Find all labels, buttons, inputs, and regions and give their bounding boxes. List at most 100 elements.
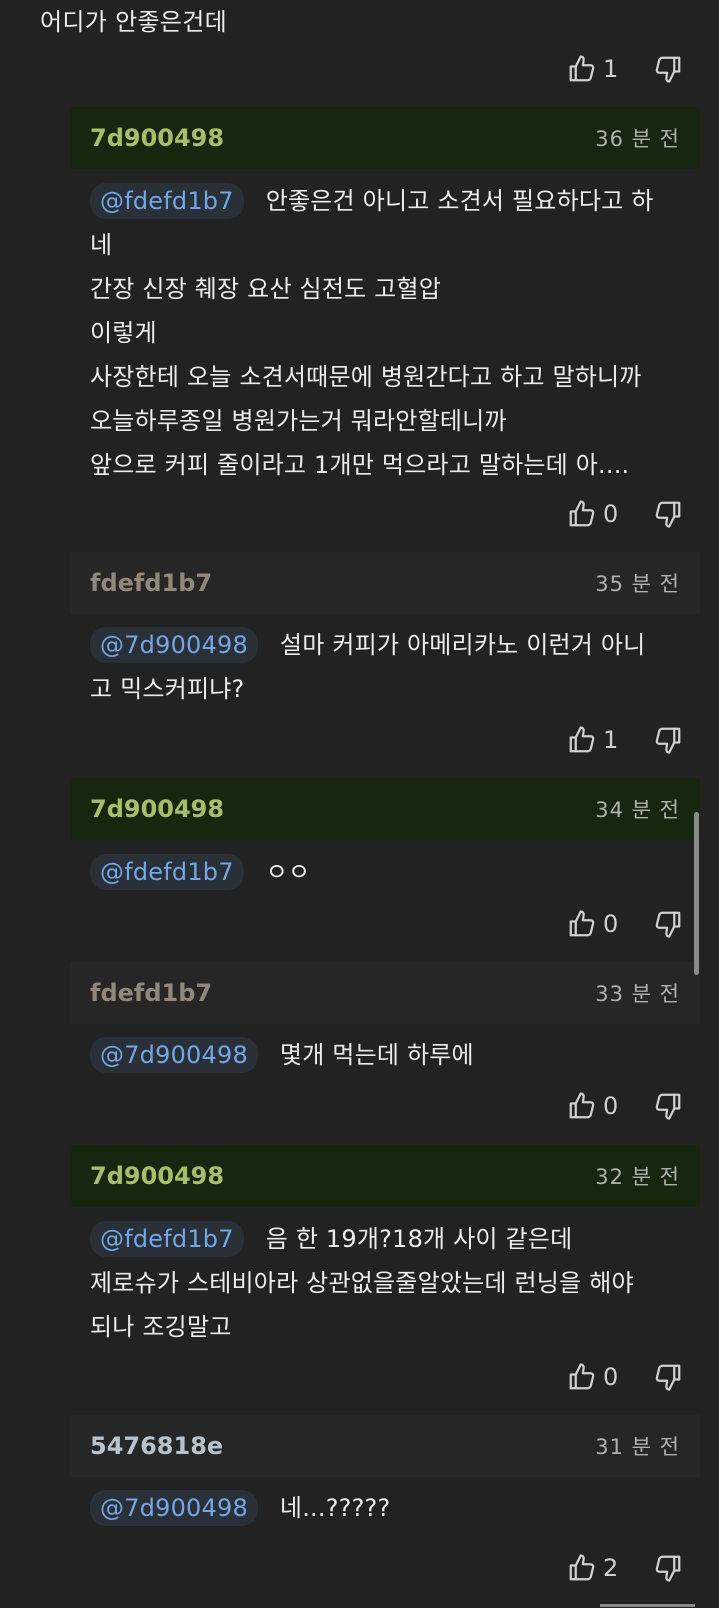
thumbs-down-icon	[655, 911, 681, 938]
reply-text-line: 사장한테 오늘 소견서때문에 병원간다고 하고 말하니까	[90, 355, 700, 399]
reply-text-line: 이렇게	[90, 311, 700, 355]
reply-body: @7d900498 설마 커피가 아메리카노 이런거 아니고 믹스커피냐?	[90, 623, 700, 711]
reply-text: 제로슈가 스테비아라 상관없을줄알았는데 런닝을 해야	[90, 1269, 634, 1297]
reply-vote-row: 1	[567, 720, 683, 760]
dislike-button[interactable]	[653, 54, 683, 84]
mention-tag[interactable]: @7d900498	[90, 1490, 258, 1526]
dislike-button[interactable]	[653, 725, 683, 755]
reply-text: 안좋은건 아니고 소견서 필요하다고 하	[265, 187, 654, 215]
dislike-button[interactable]	[653, 1362, 683, 1392]
thumbs-down-icon	[655, 727, 681, 754]
reply-text-line: 네	[90, 223, 700, 267]
thumbs-down-icon	[655, 56, 681, 83]
reply-body: @fdefd1b7 음 한 19개?18개 사이 같은데제로슈가 스테비아라 상관…	[90, 1217, 700, 1349]
reply-author[interactable]: 5476818e	[90, 1432, 223, 1460]
like-count: 0	[603, 500, 619, 528]
thumbs-up-icon	[569, 726, 595, 753]
reply-text: 음 한 19개?18개 사이 같은데	[265, 1225, 573, 1253]
reply-text-line: 되나 조깅말고	[90, 1305, 700, 1349]
dislike-button[interactable]	[653, 499, 683, 529]
dislike-button[interactable]	[653, 909, 683, 939]
reply-header: 5476818e 31 분 전	[70, 1415, 700, 1477]
reply-text-line: 오늘하루종일 병원가는거 뭐라안할테니까	[90, 399, 700, 443]
thumbs-down-icon	[655, 1093, 681, 1120]
thumbs-up-icon	[569, 1363, 595, 1390]
reply-timestamp: 33 분 전	[595, 982, 680, 1006]
reply-vote-row: 0	[567, 494, 683, 534]
thumbs-down-icon	[655, 1364, 681, 1391]
like-count: 1	[603, 726, 619, 754]
like-count: 1	[603, 55, 619, 83]
reply-header: fdefd1b7 35 분 전	[70, 552, 700, 614]
reply-text-line: @7d900498 네...?????	[90, 1486, 700, 1530]
top-comment-vote-row: 1	[567, 49, 683, 89]
reply-author[interactable]: 7d900498	[90, 124, 224, 152]
mention-tag[interactable]: @fdefd1b7	[90, 854, 244, 890]
bottom-divider	[600, 1604, 695, 1607]
reply-body: @fdefd1b7 안좋은건 아니고 소견서 필요하다고 하네간장 신장 췌장 요…	[90, 179, 700, 487]
thumbs-up-icon	[569, 55, 595, 82]
thumbs-up-icon	[569, 910, 595, 937]
mention-tag[interactable]: @fdefd1b7	[90, 1221, 244, 1257]
like-button[interactable]	[567, 1553, 597, 1583]
reply-timestamp: 34 분 전	[595, 798, 680, 822]
reply-body: @fdefd1b7 ㅇㅇ	[90, 850, 700, 894]
reply-text: ㅇㅇ	[265, 858, 311, 886]
reply-text-line: @7d900498 몇개 먹는데 하루에	[90, 1033, 700, 1077]
like-button[interactable]	[567, 725, 597, 755]
reply-vote-row: 0	[567, 1086, 683, 1126]
thumbs-up-icon	[569, 1092, 595, 1119]
like-button[interactable]	[567, 54, 597, 84]
like-count: 2	[603, 1554, 619, 1582]
thumbs-up-icon	[569, 1554, 595, 1581]
reply-vote-row: 2	[567, 1548, 683, 1588]
like-button[interactable]	[567, 1362, 597, 1392]
like-button[interactable]	[567, 1091, 597, 1121]
reply-header: 7d900498 36 분 전	[70, 107, 700, 169]
reply-text: 오늘하루종일 병원가는거 뭐라안할테니까	[90, 407, 507, 435]
reply-header: 7d900498 34 분 전	[70, 778, 700, 840]
reply-header: fdefd1b7 33 분 전	[70, 962, 700, 1024]
reply-timestamp: 32 분 전	[595, 1165, 680, 1189]
reply-author[interactable]: fdefd1b7	[90, 979, 212, 1007]
like-button[interactable]	[567, 909, 597, 939]
reply-text: 네	[90, 231, 113, 259]
reply-text: 몇개 먹는데 하루에	[279, 1041, 474, 1069]
reply-text-line: 고 믹스커피냐?	[90, 667, 700, 711]
like-count: 0	[603, 910, 619, 938]
reply-text: 이렇게	[90, 319, 157, 347]
reply-header: 7d900498 32 분 전	[70, 1145, 700, 1207]
mention-tag[interactable]: @fdefd1b7	[90, 183, 244, 219]
reply-body: @7d900498 네...?????	[90, 1486, 700, 1530]
reply-author[interactable]: 7d900498	[90, 1162, 224, 1190]
scrollbar[interactable]	[694, 812, 699, 975]
reply-text: 네...?????	[279, 1494, 391, 1522]
like-count: 0	[603, 1363, 619, 1391]
reply-timestamp: 36 분 전	[595, 127, 680, 151]
reply-text-line: 앞으로 커피 줄이라고 1개만 먹으라고 말하는데 아....	[90, 443, 700, 487]
reply-text-line: @fdefd1b7 안좋은건 아니고 소견서 필요하다고 하	[90, 179, 700, 223]
reply-vote-row: 0	[567, 904, 683, 944]
reply-timestamp: 31 분 전	[595, 1435, 680, 1459]
reply-text-line: 간장 신장 췌장 요산 심전도 고혈압	[90, 267, 700, 311]
thumbs-down-icon	[655, 1555, 681, 1582]
reply-text: 간장 신장 췌장 요산 심전도 고혈압	[90, 275, 442, 303]
reply-text-line: 제로슈가 스테비아라 상관없을줄알았는데 런닝을 해야	[90, 1261, 700, 1305]
like-button[interactable]	[567, 499, 597, 529]
reply-text-line: @fdefd1b7 ㅇㅇ	[90, 850, 700, 894]
dislike-button[interactable]	[653, 1091, 683, 1121]
reply-author[interactable]: fdefd1b7	[90, 569, 212, 597]
reply-text: 고 믹스커피냐?	[90, 675, 245, 703]
reply-text-line: @fdefd1b7 음 한 19개?18개 사이 같은데	[90, 1217, 700, 1261]
dislike-button[interactable]	[653, 1553, 683, 1583]
reply-timestamp: 35 분 전	[595, 572, 680, 596]
mention-tag[interactable]: @7d900498	[90, 1037, 258, 1073]
reply-author[interactable]: 7d900498	[90, 795, 224, 823]
reply-text: 설마 커피가 아메리카노 이런거 아니	[279, 631, 646, 659]
reply-vote-row: 0	[567, 1357, 683, 1397]
top-comment-text: 어디가 안좋은건데	[40, 8, 227, 36]
mention-tag[interactable]: @7d900498	[90, 627, 258, 663]
like-count: 0	[603, 1092, 619, 1120]
thumbs-down-icon	[655, 501, 681, 528]
reply-body: @7d900498 몇개 먹는데 하루에	[90, 1033, 700, 1077]
